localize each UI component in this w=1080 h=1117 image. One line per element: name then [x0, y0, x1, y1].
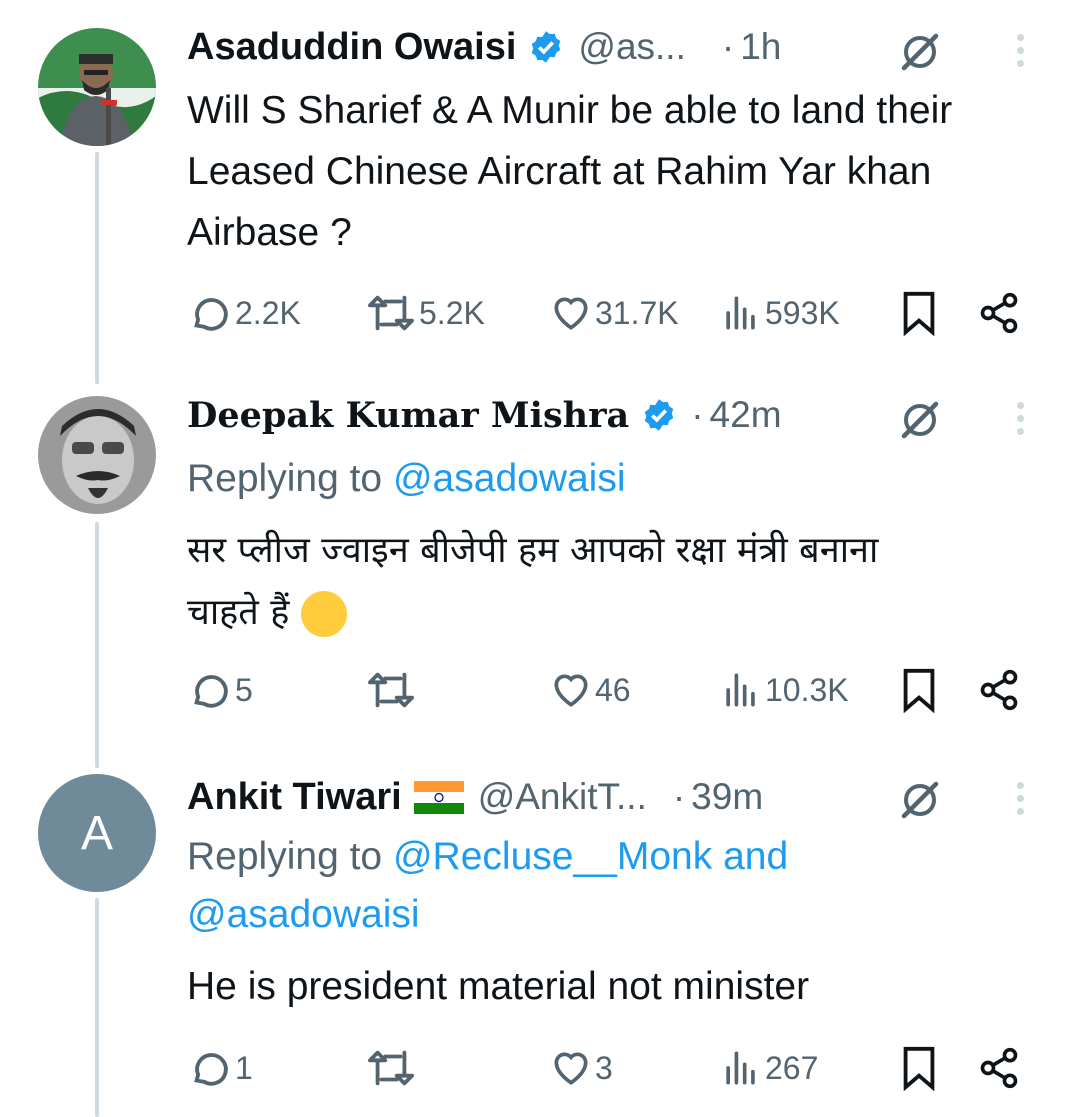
replying-and: and: [723, 835, 789, 878]
reply-button[interactable]: 1: [187, 1043, 253, 1093]
mention-link[interactable]: @Recluse__Monk: [393, 835, 712, 878]
action-bar: 1 3 267: [187, 1043, 1027, 1093]
separator-dot: ·: [672, 776, 686, 817]
reply-icon: [194, 298, 228, 331]
replying-label: Replying to: [187, 835, 383, 878]
tweet-text: सर प्लीज ज्वाइन बीजेपी हम आपको रक्षा मंत…: [187, 520, 1020, 644]
more-icon[interactable]: [1015, 778, 1025, 822]
view-count: 10.3K: [765, 671, 849, 708]
grok-icon[interactable]: [898, 776, 942, 820]
timestamp[interactable]: 42m: [710, 394, 782, 436]
timestamp[interactable]: 1h: [740, 26, 781, 68]
author-name[interactable]: Ankit Tiwari: [187, 776, 402, 819]
reply-count: 1: [235, 1049, 253, 1086]
replying-to: Replying to @asadowaisi: [187, 450, 1020, 508]
like-icon: [554, 297, 588, 330]
tweet-reply-deepak[interactable]: Deepak Kumar Mishra · 42m Replying to @a…: [0, 380, 1080, 760]
grok-icon[interactable]: [898, 28, 942, 72]
views-icon: [726, 1051, 755, 1085]
tweet-text-line: सर प्लीज ज्वाइन बीजेपी हम आपको रक्षा मंत…: [187, 530, 879, 571]
india-flag-icon: [413, 780, 464, 814]
like-icon: [554, 1052, 588, 1085]
repost-button[interactable]: [365, 1043, 419, 1093]
tweet-text: He is president material not minister: [187, 965, 810, 1008]
avatar-letter: A: [80, 806, 113, 860]
repost-count: 5.2K: [419, 294, 485, 331]
mention-link[interactable]: @asadowaisi: [187, 893, 420, 936]
tweet-owaisi[interactable]: Asaduddin Owaisi @as... · 1h Will S Shar…: [0, 0, 1080, 380]
reply-icon: [194, 1053, 228, 1086]
like-count: 3: [595, 1049, 613, 1086]
share-icon[interactable]: [977, 291, 1021, 335]
verified-badge-icon: [532, 31, 561, 63]
grok-icon[interactable]: [898, 396, 942, 440]
view-count: 267: [765, 1049, 819, 1086]
separator-dot: ·: [721, 26, 735, 67]
repost-button[interactable]: 5.2K: [365, 288, 485, 338]
more-icon[interactable]: [1015, 30, 1025, 74]
repost-icon: [367, 295, 414, 331]
avatar[interactable]: A: [38, 774, 156, 892]
repost-button[interactable]: [365, 665, 419, 715]
like-button[interactable]: 3: [549, 1043, 613, 1093]
views-button[interactable]: 593K: [719, 288, 840, 338]
like-button[interactable]: 46: [549, 665, 631, 715]
avatar[interactable]: [38, 396, 156, 514]
like-icon: [554, 674, 588, 707]
view-count: 593K: [765, 294, 840, 331]
like-count: 31.7K: [595, 294, 679, 331]
reply-button[interactable]: 5: [187, 665, 253, 715]
views-icon: [726, 673, 755, 707]
author-handle[interactable]: @as...: [578, 26, 685, 68]
bookmark-icon[interactable]: [899, 290, 939, 336]
reply-icon: [194, 675, 228, 708]
author-handle[interactable]: @AnkitT...: [478, 776, 647, 818]
share-icon[interactable]: [977, 1046, 1021, 1090]
mention-link[interactable]: @asadowaisi: [393, 457, 626, 500]
author-name[interactable]: Asaduddin Owaisi: [187, 26, 516, 69]
replying-label: Replying to: [187, 457, 383, 500]
action-bar: 5 46 10.3K: [187, 665, 1027, 715]
tweet-reply-ankit[interactable]: A Ankit Tiwari @AnkitT... · 39m Replying…: [0, 760, 1080, 1117]
views-button[interactable]: 267: [719, 1043, 818, 1093]
timestamp[interactable]: 39m: [691, 776, 763, 818]
bookmark-icon[interactable]: [899, 1045, 939, 1091]
avatar[interactable]: [38, 28, 156, 146]
emoji: 🥹: [300, 591, 347, 637]
bookmark-icon[interactable]: [899, 667, 939, 713]
reply-count: 5: [235, 671, 253, 708]
more-icon[interactable]: [1015, 398, 1025, 442]
reply-button[interactable]: 2.2K: [187, 288, 301, 338]
like-button[interactable]: 31.7K: [549, 288, 679, 338]
verified-badge-icon: [644, 399, 674, 431]
author-name[interactable]: Deepak Kumar Mishra: [187, 395, 629, 436]
separator-dot: ·: [691, 394, 704, 435]
repost-icon: [367, 672, 414, 708]
views-button[interactable]: 10.3K: [719, 665, 849, 715]
like-count: 46: [595, 671, 631, 708]
action-bar: 2.2K 5.2K 31.7K 593K: [187, 288, 1027, 338]
share-icon[interactable]: [977, 668, 1021, 712]
reply-count: 2.2K: [235, 294, 301, 331]
tweet-text: Will S Sharief & A Munir be able to land…: [187, 89, 953, 254]
views-icon: [726, 296, 755, 330]
replying-to: Replying to @Recluse__Monk and @asadowai…: [187, 828, 887, 944]
tweet-text-line: चाहते हैं 🥹: [187, 582, 1020, 644]
repost-icon: [367, 1050, 414, 1086]
